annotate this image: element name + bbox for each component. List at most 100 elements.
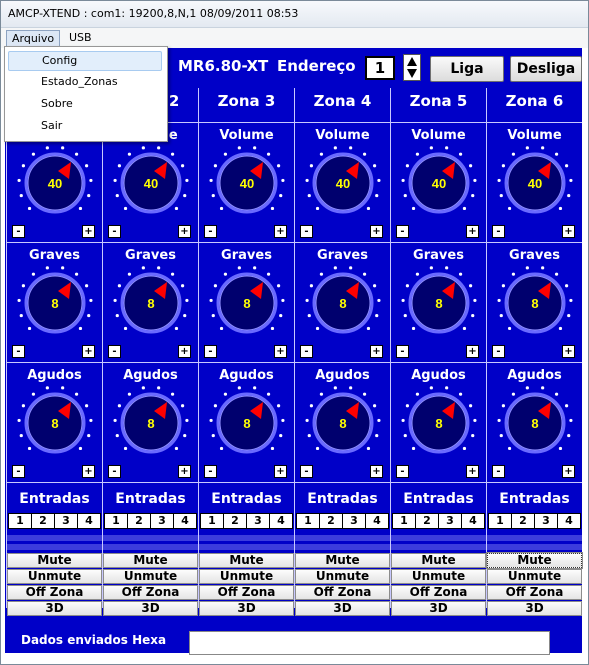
volume-plus-button[interactable]: +	[178, 225, 191, 238]
input-3-button[interactable]: 3	[54, 513, 78, 529]
volume-knob[interactable]: 40	[305, 141, 381, 221]
input-1-button[interactable]: 1	[296, 513, 320, 529]
bass-minus-button[interactable]: -	[204, 345, 217, 358]
treble-knob[interactable]: 8	[401, 381, 477, 461]
volume-minus-button[interactable]: -	[12, 225, 25, 238]
treble-minus-button[interactable]: -	[300, 465, 313, 478]
spin-up-icon[interactable]	[407, 57, 417, 66]
bass-knob[interactable]: 8	[17, 261, 93, 341]
bass-knob[interactable]: 8	[497, 261, 573, 341]
volume-minus-button[interactable]: -	[492, 225, 505, 238]
treble-knob[interactable]: 8	[113, 381, 189, 461]
bass-minus-button[interactable]: -	[12, 345, 25, 358]
address-field[interactable]: 1	[365, 56, 395, 80]
spin-down-icon[interactable]	[407, 69, 417, 78]
volume-knob[interactable]: 40	[497, 141, 573, 221]
treble-knob[interactable]: 8	[305, 381, 381, 461]
input-3-button[interactable]: 3	[438, 513, 462, 529]
treble-minus-button[interactable]: -	[108, 465, 121, 478]
menu-arquivo[interactable]: Arquivo	[6, 30, 61, 47]
treble-minus-button[interactable]: -	[492, 465, 505, 478]
mute-button[interactable]: Mute	[486, 552, 583, 569]
3d-button[interactable]: 3D	[295, 601, 390, 616]
bass-knob[interactable]: 8	[401, 261, 477, 341]
3d-button[interactable]: 3D	[7, 601, 102, 616]
volume-plus-button[interactable]: +	[466, 225, 479, 238]
bass-plus-button[interactable]: +	[370, 345, 383, 358]
input-4-button[interactable]: 4	[557, 513, 581, 529]
mute-button[interactable]: Mute	[103, 553, 198, 568]
treble-plus-button[interactable]: +	[178, 465, 191, 478]
input-3-button[interactable]: 3	[342, 513, 366, 529]
menu-item-config[interactable]: Config	[8, 51, 162, 71]
volume-knob[interactable]: 40	[401, 141, 477, 221]
input-4-button[interactable]: 4	[461, 513, 485, 529]
liga-button[interactable]: Liga	[430, 56, 504, 82]
unmute-button[interactable]: Unmute	[199, 569, 294, 584]
input-4-button[interactable]: 4	[269, 513, 293, 529]
address-spinner[interactable]	[403, 54, 421, 81]
input-2-button[interactable]: 2	[319, 513, 343, 529]
treble-minus-button[interactable]: -	[12, 465, 25, 478]
input-1-button[interactable]: 1	[104, 513, 128, 529]
menu-item-sair[interactable]: Sair	[8, 117, 162, 137]
bass-minus-button[interactable]: -	[396, 345, 409, 358]
treble-plus-button[interactable]: +	[466, 465, 479, 478]
input-4-button[interactable]: 4	[365, 513, 389, 529]
off-zone-button[interactable]: Off Zona	[391, 585, 486, 600]
bass-knob[interactable]: 8	[209, 261, 285, 341]
desliga-button[interactable]: Desliga	[510, 56, 582, 82]
input-2-button[interactable]: 2	[127, 513, 151, 529]
3d-button[interactable]: 3D	[487, 601, 582, 616]
bass-knob[interactable]: 8	[305, 261, 381, 341]
off-zone-button[interactable]: Off Zona	[7, 585, 102, 600]
volume-plus-button[interactable]: +	[562, 225, 575, 238]
treble-minus-button[interactable]: -	[204, 465, 217, 478]
volume-plus-button[interactable]: +	[82, 225, 95, 238]
off-zone-button[interactable]: Off Zona	[199, 585, 294, 600]
treble-plus-button[interactable]: +	[274, 465, 287, 478]
input-2-button[interactable]: 2	[31, 513, 55, 529]
treble-minus-button[interactable]: -	[396, 465, 409, 478]
off-zone-button[interactable]: Off Zona	[487, 585, 582, 600]
bass-plus-button[interactable]: +	[466, 345, 479, 358]
input-3-button[interactable]: 3	[534, 513, 558, 529]
input-4-button[interactable]: 4	[173, 513, 197, 529]
bass-minus-button[interactable]: -	[300, 345, 313, 358]
mute-button[interactable]: Mute	[199, 553, 294, 568]
input-1-button[interactable]: 1	[8, 513, 32, 529]
bass-plus-button[interactable]: +	[82, 345, 95, 358]
treble-knob[interactable]: 8	[17, 381, 93, 461]
volume-minus-button[interactable]: -	[108, 225, 121, 238]
input-2-button[interactable]: 2	[511, 513, 535, 529]
menu-usb[interactable]: USB	[64, 30, 97, 45]
unmute-button[interactable]: Unmute	[295, 569, 390, 584]
unmute-button[interactable]: Unmute	[7, 569, 102, 584]
bass-minus-button[interactable]: -	[108, 345, 121, 358]
mute-button[interactable]: Mute	[391, 553, 486, 568]
volume-knob[interactable]: 40	[209, 141, 285, 221]
bass-minus-button[interactable]: -	[492, 345, 505, 358]
mute-button[interactable]: Mute	[295, 553, 390, 568]
menu-item-sobre[interactable]: Sobre	[8, 95, 162, 115]
volume-plus-button[interactable]: +	[274, 225, 287, 238]
treble-plus-button[interactable]: +	[562, 465, 575, 478]
input-3-button[interactable]: 3	[246, 513, 270, 529]
input-3-button[interactable]: 3	[150, 513, 174, 529]
volume-minus-button[interactable]: -	[300, 225, 313, 238]
3d-button[interactable]: 3D	[391, 601, 486, 616]
off-zone-button[interactable]: Off Zona	[103, 585, 198, 600]
treble-knob[interactable]: 8	[209, 381, 285, 461]
treble-knob[interactable]: 8	[497, 381, 573, 461]
mute-button[interactable]: Mute	[7, 553, 102, 568]
unmute-button[interactable]: Unmute	[487, 569, 582, 584]
hex-data-field[interactable]	[189, 631, 550, 655]
bass-plus-button[interactable]: +	[274, 345, 287, 358]
unmute-button[interactable]: Unmute	[391, 569, 486, 584]
off-zone-button[interactable]: Off Zona	[295, 585, 390, 600]
input-4-button[interactable]: 4	[77, 513, 101, 529]
3d-button[interactable]: 3D	[103, 601, 198, 616]
treble-plus-button[interactable]: +	[370, 465, 383, 478]
bass-plus-button[interactable]: +	[178, 345, 191, 358]
volume-plus-button[interactable]: +	[370, 225, 383, 238]
